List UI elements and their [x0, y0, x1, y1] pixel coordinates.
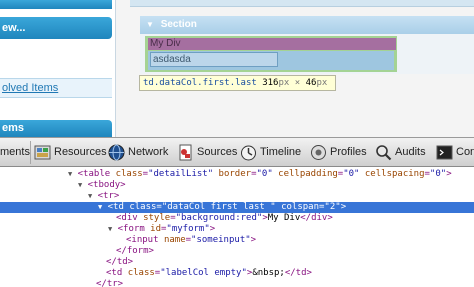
section-header[interactable]: ▼ Section — [140, 16, 474, 34]
tag-div-close: </div> — [300, 213, 333, 223]
profiles-icon — [311, 144, 326, 160]
tab-sources[interactable]: Sources — [177, 138, 237, 166]
tag-table: <table — [77, 169, 116, 179]
attr-value: "2" — [324, 202, 341, 212]
tab-resources[interactable]: Resources — [34, 138, 107, 166]
disclosure-triangle-icon[interactable]: ▼ — [98, 203, 102, 211]
tab-console[interactable]: Con — [436, 138, 474, 166]
recently-solved-link[interactable]: olved Items — [0, 78, 112, 98]
tab-audits-label: Audits — [395, 146, 426, 158]
attr-name: name — [163, 235, 186, 245]
audits-icon — [376, 144, 392, 160]
tab-profiles-label: Profiles — [330, 146, 367, 158]
attr-value: "myform" — [166, 224, 210, 234]
attr-name: border — [218, 169, 252, 179]
console-icon — [436, 145, 453, 159]
tag-td-close: </td> — [106, 257, 134, 267]
inspector-toolbar: ments Resources Network Sources Timeline… — [0, 137, 474, 167]
attr-name: class — [127, 268, 155, 278]
left-sidebar: ew... olved Items ems — [0, 0, 116, 137]
element-size-tooltip: td.dataCol.first.last 316px × 46px — [139, 75, 336, 91]
disclosure-triangle-icon[interactable]: ▼ — [68, 170, 72, 178]
attr-name: class — [129, 202, 157, 212]
my-div-text: My Div — [150, 38, 181, 49]
dom-line-form-close[interactable]: </form> — [0, 246, 474, 257]
tag-form: <form — [117, 224, 151, 234]
attr-value: "0" — [429, 169, 447, 179]
dom-line-tr[interactable]: ▼ <tr> — [0, 191, 474, 202]
tab-sources-label: Sources — [197, 146, 238, 158]
sources-icon — [179, 144, 192, 160]
attr-name: cellpadding — [278, 169, 338, 179]
disclosure-triangle-icon[interactable]: ▼ — [108, 225, 112, 233]
tag-div: <div — [116, 213, 144, 223]
attr-value: "0" — [343, 169, 360, 179]
tab-profiles[interactable]: Profiles — [310, 138, 367, 166]
tab-elements-label: ments — [0, 146, 30, 158]
resources-icon — [34, 145, 51, 159]
text-node: &nbsp; — [252, 268, 285, 278]
web-page-viewport: ew... olved Items ems ▼ Section My Div t… — [0, 0, 474, 137]
attr-name: class — [115, 169, 143, 179]
tooltip-height-unit: px — [316, 78, 328, 88]
tooltip-selector: td.dataCol.first.last — [143, 78, 257, 88]
tab-console-label: Con — [456, 146, 474, 158]
create-new-label: ew... — [2, 22, 26, 34]
attr-value: "labelCol empty" — [160, 268, 247, 278]
sidebar-top-bar — [0, 0, 112, 9]
tab-timeline-label: Timeline — [260, 146, 302, 158]
disclosure-triangle-icon[interactable]: ▼ — [88, 192, 92, 200]
tag-td: <td — [107, 202, 130, 212]
tab-elements[interactable]: ments — [0, 138, 30, 166]
items-label: ems — [2, 122, 25, 134]
page-top-strip — [130, 0, 474, 7]
network-icon — [108, 144, 125, 160]
tooltip-times: × — [294, 78, 301, 88]
tooltip-width-unit: px — [278, 78, 290, 88]
dom-line-tbody[interactable]: ▼ <tbody> — [0, 180, 474, 191]
tab-network[interactable]: Network — [108, 138, 168, 166]
tag-tr-close: </tr> — [96, 279, 124, 287]
collapse-triangle-icon[interactable]: ▼ — [146, 20, 154, 29]
disclosure-triangle-icon[interactable]: ▼ — [78, 181, 82, 189]
create-new-button[interactable]: ew... — [0, 17, 112, 39]
dom-tree-panel: ▼ <table class="detailList" border="0" c… — [0, 167, 474, 287]
attr-name: id — [150, 224, 161, 234]
tag-td-close: </td> — [284, 268, 312, 278]
timeline-icon — [241, 145, 256, 160]
dom-line-form[interactable]: ▼ <form id="myform"> — [0, 224, 474, 235]
dom-line-td-label[interactable]: <td class="labelCol empty">&nbsp;</td> — [0, 268, 474, 279]
dom-line-div[interactable]: <div style="background:red">My Div</div> — [0, 213, 474, 224]
tab-timeline[interactable]: Timeline — [240, 138, 301, 166]
tag-tr: <tr> — [97, 191, 120, 201]
dom-line-tr-close[interactable]: </tr> — [0, 279, 474, 287]
attr-name: style — [143, 213, 171, 223]
my-div-block: My Div — [148, 38, 396, 50]
attr-value: "detailList" — [148, 169, 214, 179]
dom-line-td-selected[interactable]: ▼ <td class="dataCol first last " colspa… — [0, 202, 474, 213]
tab-resources-label: Resources — [54, 146, 107, 158]
attr-value: "someinput" — [191, 235, 251, 245]
tab-network-label: Network — [128, 146, 169, 158]
attr-name: cellspacing — [364, 169, 425, 179]
text-node: My Div — [267, 213, 301, 223]
tab-audits[interactable]: Audits — [375, 138, 426, 166]
dom-line-input[interactable]: <input name="someinput"> — [0, 235, 474, 246]
tooltip-height: 46 — [305, 78, 317, 88]
dom-line-table[interactable]: ▼ <table class="detailList" border="0" c… — [0, 169, 474, 180]
attr-value: "background:red" — [175, 213, 263, 223]
tag-input: <input — [126, 235, 164, 245]
section-title: Section — [160, 19, 197, 30]
attr-value: "0" — [256, 169, 273, 179]
tag-tbody: <tbody> — [87, 180, 126, 190]
solved-items-label: olved Items — [2, 82, 59, 94]
someinput-field[interactable] — [150, 52, 278, 67]
dom-line-td-close[interactable]: </td> — [0, 257, 474, 268]
tag-td: <td — [106, 268, 128, 278]
tag-form-close: </form> — [116, 246, 154, 256]
attr-value: "dataCol first last " — [161, 202, 276, 212]
tooltip-width: 316 — [262, 78, 279, 88]
attr-name: colspan — [281, 202, 319, 212]
items-header: ems — [0, 120, 112, 137]
